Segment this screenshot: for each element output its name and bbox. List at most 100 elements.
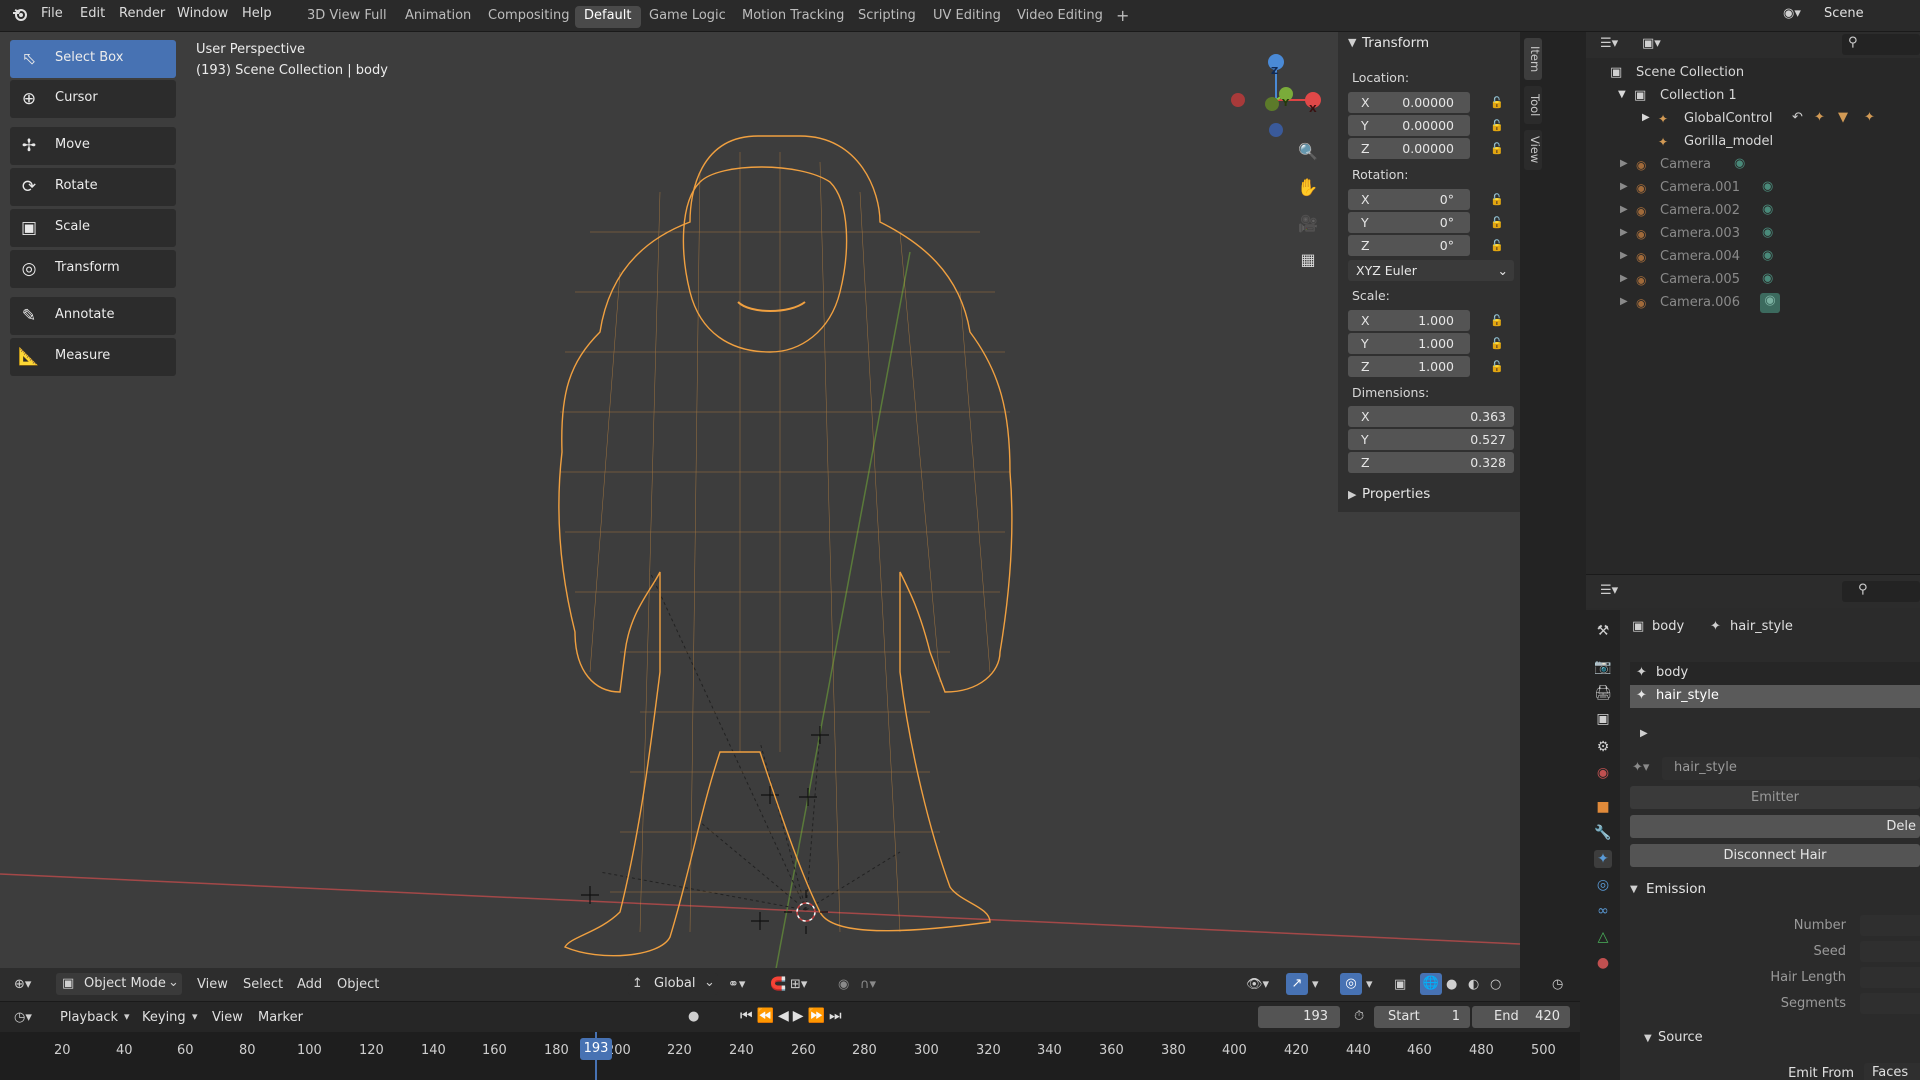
lock-icon[interactable]: 🔓 xyxy=(1490,337,1504,351)
lock-icon[interactable]: 🔓 xyxy=(1490,119,1504,133)
falloff-icon[interactable]: ∩▾ xyxy=(860,977,876,992)
outliner-row[interactable]: ▶ ◉ Camera ◉ xyxy=(1586,154,1920,177)
rotation-z-field[interactable]: Z 0° xyxy=(1348,235,1470,256)
tool-select-box[interactable]: ⬁ Select Box xyxy=(10,40,176,78)
tab-animation[interactable]: Animation xyxy=(396,6,480,28)
tool-annotate[interactable]: ✎ Annotate xyxy=(10,297,176,335)
menu-select[interactable]: Select xyxy=(243,977,283,992)
tab-motion-tracking[interactable]: Motion Tracking xyxy=(733,6,853,28)
blender-logo-icon[interactable] xyxy=(12,6,28,26)
navigation-gizmo[interactable] xyxy=(1224,42,1324,142)
gizmo-toggle-icon[interactable]: ↗ xyxy=(1286,973,1308,995)
outliner-row[interactable]: ▶ ◉ Camera.005 ◉ xyxy=(1586,269,1920,292)
location-x-field[interactable]: X 0.00000 xyxy=(1348,92,1470,113)
sidebar-tab-item[interactable]: Item xyxy=(1524,38,1542,80)
source-subpanel-header[interactable]: Source xyxy=(1658,1030,1703,1045)
collapse-arrow-icon[interactable]: ▼ xyxy=(1644,1033,1652,1044)
outliner-row[interactable]: ▶ ◉ Camera.003 ◉ xyxy=(1586,223,1920,246)
properties-search-input[interactable]: ⚲ xyxy=(1842,581,1920,602)
tool-transform[interactable]: ◎ Transform xyxy=(10,250,176,288)
menu-view[interactable]: View xyxy=(197,977,228,992)
3d-viewport[interactable]: User Perspective (193) Scene Collection … xyxy=(0,32,1520,1001)
material-shading-icon[interactable]: ◐ xyxy=(1468,977,1479,992)
list-item[interactable]: ✦ body xyxy=(1630,662,1920,685)
scene-tab-icon[interactable]: ⚙ xyxy=(1594,738,1612,756)
location-y-field[interactable]: Y 0.00000 xyxy=(1348,115,1470,136)
tool-cursor[interactable]: ⊕ Cursor xyxy=(10,80,176,118)
end-frame-field[interactable]: End 420 xyxy=(1472,1006,1570,1028)
lock-icon[interactable]: 🔓 xyxy=(1490,360,1504,374)
emit-from-dropdown[interactable]: Faces xyxy=(1864,1063,1920,1080)
dimensions-y-field[interactable]: Y 0.527 xyxy=(1348,429,1514,450)
outliner-row[interactable]: ▼ ▣ Collection 1 xyxy=(1586,85,1920,108)
current-frame-field[interactable]: 193 xyxy=(1258,1006,1340,1028)
proportional-edit-icon[interactable]: ◉ xyxy=(838,977,849,992)
dimensions-z-field[interactable]: Z 0.328 xyxy=(1348,452,1514,473)
sidebar-tab-tool[interactable]: Tool xyxy=(1524,86,1542,124)
data-tab-icon[interactable]: △ xyxy=(1594,928,1612,946)
outliner-row[interactable]: ✦ Gorilla_model xyxy=(1586,131,1920,154)
tool-move[interactable]: ✢ Move xyxy=(10,127,176,165)
menu-keying[interactable]: Keying xyxy=(142,1010,186,1025)
solid-shading-icon[interactable]: ● xyxy=(1446,977,1457,992)
collapse-arrow-icon[interactable]: ▼ xyxy=(1630,884,1638,895)
rotation-y-field[interactable]: Y 0° xyxy=(1348,212,1470,233)
chevron-down-icon[interactable]: ▾ xyxy=(1312,977,1319,992)
render-tab-icon[interactable]: 📷 xyxy=(1594,658,1612,676)
scene-name[interactable]: Scene xyxy=(1824,6,1864,21)
menu-render[interactable]: Render xyxy=(119,6,165,21)
editor-type-icon[interactable]: ◷ xyxy=(1552,977,1563,992)
lock-icon[interactable]: 🔓 xyxy=(1490,239,1504,253)
camera-view-icon[interactable]: 🎥 xyxy=(1296,214,1320,238)
display-mode-icon[interactable]: ▣▾ xyxy=(1642,36,1661,51)
scale-x-field[interactable]: X 1.000 xyxy=(1348,310,1470,331)
tool-rotate[interactable]: ⟳ Rotate xyxy=(10,168,176,206)
physics-tab-icon[interactable]: ◎ xyxy=(1594,876,1612,894)
rendered-shading-icon[interactable]: ○ xyxy=(1490,977,1501,992)
menu-view[interactable]: View xyxy=(212,1010,243,1025)
menu-marker[interactable]: Marker xyxy=(258,1010,303,1025)
world-tab-icon[interactable]: ◉ xyxy=(1594,764,1612,782)
location-z-field[interactable]: Z 0.00000 xyxy=(1348,138,1470,159)
emitter-type-button[interactable]: Emitter xyxy=(1630,786,1920,809)
material-tab-icon[interactable]: ● xyxy=(1594,954,1612,972)
number-field[interactable] xyxy=(1860,915,1920,936)
tab-compositing[interactable]: Compositing xyxy=(479,6,579,28)
tool-scale[interactable]: ▣ Scale xyxy=(10,209,176,247)
output-tab-icon[interactable]: 🖨 xyxy=(1594,684,1612,702)
transform-orientation-dropdown[interactable]: ↥ Global ⌄ xyxy=(628,973,718,995)
menu-object[interactable]: Object xyxy=(337,977,379,992)
playback-controls[interactable]: ⏮⏪◀▶⏩⏭ xyxy=(740,1008,846,1024)
tab-scripting[interactable]: Scripting xyxy=(849,6,925,28)
particles-tab-icon[interactable]: ✦ xyxy=(1594,850,1612,868)
particle-settings-name-field[interactable]: hair_style xyxy=(1662,757,1920,780)
lock-icon[interactable]: 🔓 xyxy=(1490,96,1504,110)
xray-icon[interactable]: ▣ xyxy=(1394,977,1406,992)
panel-collapse-icon[interactable]: ▼ xyxy=(1348,36,1356,49)
list-item-selected[interactable]: ✦ hair_style xyxy=(1630,685,1920,708)
tab-game-logic[interactable]: Game Logic xyxy=(640,6,735,28)
lock-icon[interactable]: 🔓 xyxy=(1490,193,1504,207)
segments-field[interactable] xyxy=(1860,993,1920,1014)
modifier-tab-icon[interactable]: 🔧 xyxy=(1594,824,1612,842)
constraint-tab-icon[interactable]: ∞ xyxy=(1594,902,1612,920)
panel-expand-icon[interactable]: ▶ xyxy=(1348,488,1356,501)
lock-icon[interactable]: 🔓 xyxy=(1490,314,1504,328)
snap-target-icon[interactable]: ⊞▾ xyxy=(790,977,807,992)
view-layer-tab-icon[interactable]: ▣ xyxy=(1594,710,1612,728)
menu-help[interactable]: Help xyxy=(242,6,272,21)
delete-edit-button[interactable]: Dele xyxy=(1630,815,1920,838)
zoom-icon[interactable]: 🔍 xyxy=(1296,142,1320,166)
sidebar-tab-view[interactable]: View xyxy=(1524,130,1542,170)
editor-type-icon[interactable]: ⊕▾ xyxy=(14,977,31,992)
tool-tab-icon[interactable]: ⚒ xyxy=(1594,622,1612,640)
lock-icon[interactable]: 🔓 xyxy=(1490,216,1504,230)
snap-icon[interactable]: 🧲 xyxy=(770,977,786,992)
tab-video-editing[interactable]: Video Editing xyxy=(1008,6,1112,28)
grid-ortho-icon[interactable]: ▦ xyxy=(1296,250,1320,274)
scene-selector-icon[interactable]: ◉▾ xyxy=(1783,6,1801,21)
pivot-point-icon[interactable]: ⚭▾ xyxy=(728,977,745,992)
preview-range-icon[interactable]: ⏱ xyxy=(1354,1009,1364,1024)
menu-playback[interactable]: Playback xyxy=(60,1010,118,1025)
playhead-frame-badge[interactable]: 193 xyxy=(580,1038,612,1060)
